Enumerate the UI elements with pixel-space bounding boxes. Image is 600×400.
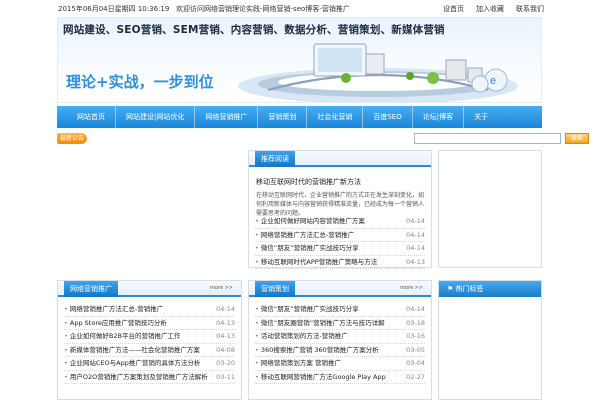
tags-panel-header: ⚑ 热门标签: [439, 281, 541, 297]
top-links: 设首页 加入收藏 联系我们: [443, 4, 544, 14]
add-favorite-link[interactable]: 加入收藏: [476, 4, 504, 14]
list-item-date: 04-08: [216, 345, 235, 354]
featured-panel-title: 推荐阅读: [255, 151, 295, 167]
list-item: 网络营销推广方法汇总-营销推广 04-14: [64, 303, 235, 317]
set-homepage-link[interactable]: 设首页: [443, 4, 464, 14]
list-item: 微信“朋友”营销推广实战技巧分享 04-14: [255, 303, 425, 317]
list-item: 企业网站CEO与App推广营销的具体方法分析 03-20: [64, 357, 235, 371]
site-banner: 网站建设、SEO营销、SEM营销、内容营销、数据分析、营销策划、新媒体营销 理论…: [57, 17, 542, 103]
list-item-title[interactable]: App Store应用推广营销技巧分析: [64, 317, 167, 330]
featured-panel: 推荐阅读 移动互联网时代的营销推广新方法 在移动互联网时代，企业营销推广的方式正…: [248, 150, 432, 269]
featured-article-title[interactable]: 移动互联网时代的营销推广新方法: [256, 177, 361, 187]
nav-item-planning[interactable]: 营销策划: [258, 106, 308, 128]
list-item: 360搜索推广营销 360营销推广方案分析 03-05: [255, 344, 425, 357]
marketing-list-panel: 网络营销推广 more >> 网络营销推广方法汇总-营销推广 04-14 App …: [57, 280, 242, 400]
featured-list: 企业如何做好网站内容营销推广方案 04-14 网络营销推广方法汇总-营销推广 04-…: [255, 215, 425, 269]
planning-list-panel: 营销策划 more >> 微信“朋友”营销推广实战技巧分享 04-14 微信“朋友…: [248, 280, 432, 400]
list-item: App Store应用推广营销技巧分析 04-13: [64, 317, 235, 330]
list-item: 网络营销推广方法汇总-营销推广 04-14: [255, 229, 425, 242]
list-item-date: 04-14: [406, 217, 425, 225]
planning-list: 微信“朋友”营销推广实战技巧分享 04-14 微信“朋友圈营销”营销推广方法与技巧…: [255, 303, 425, 384]
list-item-title[interactable]: 企业网站CEO与App推广营销的具体方法分析: [64, 357, 200, 370]
search-input[interactable]: [414, 133, 561, 144]
marketing-panel-header: 网络营销推广 more >>: [58, 281, 241, 297]
list-item: 移动互联网时代APP营销推广策略与方法 04-13: [255, 256, 425, 269]
list-item-date: 04-13: [216, 332, 235, 340]
planning-panel-title: 营销策划: [255, 281, 295, 297]
notice-search-bar: 最新公告 搜索: [57, 132, 589, 146]
list-item-title[interactable]: 用户O2O营销推广方案策划及营销推广方法解析: [64, 371, 208, 384]
site-slogan: 欢迎访问网络营销理论实践-网络营销-seo博客-营销推广: [176, 5, 350, 13]
list-item-date: 04-13: [406, 257, 425, 266]
planning-panel-header: 营销策划 more >>: [249, 281, 431, 297]
list-item-date: 03-18: [406, 318, 425, 327]
list-item: 微信“朋友圈营销”营销推广方法与技巧详解 03-18: [255, 317, 425, 330]
list-item: 新媒体营销推广方法——社会化营销推广方案 04-08: [64, 344, 235, 357]
list-item-title[interactable]: 网络营销策划方案 营销推广: [255, 357, 341, 370]
nav-item-home[interactable]: 网站首页: [67, 106, 116, 128]
featured-article-desc: 在移动互联网时代，企业营销推广的方式正在发生深刻变化，如何利用新媒体与内容营销获…: [256, 192, 425, 217]
list-item-date: 03-04: [406, 359, 425, 367]
list-item-title[interactable]: 活动营销策划的方法-营销推广: [255, 330, 348, 343]
current-date: 2015年06月04日星期四 10:36:19: [58, 5, 170, 13]
ad-box: [438, 150, 542, 268]
list-item: 活动营销策划的方法-营销推广 03-16: [255, 330, 425, 344]
list-item-date: 03-20: [216, 359, 235, 367]
banner-tagline: 理论+实战，一步到位: [66, 73, 214, 91]
list-item-title[interactable]: 移动互联网营销推广方法Google Play App: [255, 371, 386, 384]
list-item: 企业如何做好网站内容营销推广方案 04-14: [255, 215, 425, 229]
nav-item-about[interactable]: 关于: [464, 106, 498, 128]
list-item: 企业如何做好B2B平台的营销推广工作 04-13: [64, 330, 235, 344]
contact-link[interactable]: 联系我们: [516, 4, 544, 14]
marketing-list: 网络营销推广方法汇总-营销推广 04-14 App Store应用推广营销技巧分析…: [64, 303, 235, 384]
list-item-title[interactable]: 网络营销推广方法汇总-营销推广: [64, 303, 163, 316]
nav-item-marketing[interactable]: 网络营销推广: [195, 106, 259, 128]
list-item-title[interactable]: 新媒体营销推广方法——社会化营销推广方案: [64, 344, 200, 357]
planning-more-link[interactable]: more >>: [400, 285, 423, 291]
tags-panel-title: 热门标签: [455, 285, 484, 293]
list-item-title[interactable]: 微信“朋友”营销推广实战技巧分享: [255, 303, 359, 316]
list-item: 移动互联网营销推广方法Google Play App 02-27: [255, 371, 425, 384]
list-item-date: 03-16: [406, 332, 425, 340]
list-item-date: 04-14: [406, 244, 425, 252]
list-item-title[interactable]: 360搜索推广营销 360营销推广方案分析: [255, 344, 379, 357]
list-item-title[interactable]: 微信“朋友”营销推广实战技巧分享: [255, 242, 359, 255]
list-item-title[interactable]: 网络营销推广方法汇总-营销推广: [255, 229, 354, 242]
banner-illustration-icon: e: [238, 43, 518, 102]
list-item-date: 03-05: [406, 345, 425, 354]
main-nav: 网站首页 网站建设|网站优化 网络营销推广 营销策划 社会化营销 百度SEO 论…: [57, 106, 542, 128]
list-item: 用户O2O营销推广方案策划及营销推广方法解析 03-11: [64, 371, 235, 384]
list-item-date: 03-11: [216, 372, 235, 381]
notice-tag: 最新公告: [57, 133, 87, 144]
list-item-date: 04-13: [216, 318, 235, 327]
list-item-date: 04-14: [216, 305, 235, 313]
list-item-title[interactable]: 微信“朋友圈营销”营销推广方法与技巧详解: [255, 317, 385, 330]
marketing-more-link[interactable]: more >>: [210, 285, 233, 291]
featured-panel-header: 推荐阅读: [249, 151, 431, 167]
nav-item-site-building[interactable]: 网站建设|网站优化: [116, 106, 196, 128]
list-item-title[interactable]: 移动互联网时代APP营销推广策略与方法: [255, 256, 377, 269]
svg-text:e: e: [490, 75, 496, 87]
marketing-panel-title: 网络营销推广: [64, 281, 118, 297]
tags-panel: ⚑ 热门标签: [438, 280, 542, 400]
list-item-date: 02-27: [406, 372, 425, 381]
nav-item-forum[interactable]: 论坛|博客: [413, 106, 465, 128]
search-button[interactable]: 搜索: [565, 133, 589, 144]
list-item-date: 04-14: [406, 305, 425, 313]
list-item-date: 04-14: [406, 230, 425, 239]
flag-icon: ⚑: [447, 285, 456, 293]
list-item-title[interactable]: 企业如何做好网站内容营销推广方案: [255, 215, 365, 228]
banner-headline: 网站建设、SEO营销、SEM营销、内容营销、数据分析、营销策划、新媒体营销: [63, 24, 445, 36]
nav-item-seo[interactable]: 百度SEO: [363, 106, 413, 128]
list-item-title[interactable]: 企业如何做好B2B平台的营销推广工作: [64, 330, 181, 343]
list-item: 微信“朋友”营销推广实战技巧分享 04-14: [255, 242, 425, 256]
top-bar: 2015年06月04日星期四 10:36:19 欢迎访问网络营销理论实践-网络营…: [0, 0, 600, 16]
list-item: 网络营销策划方案 营销推广 03-04: [255, 357, 425, 371]
nav-item-social[interactable]: 社会化营销: [307, 106, 364, 128]
